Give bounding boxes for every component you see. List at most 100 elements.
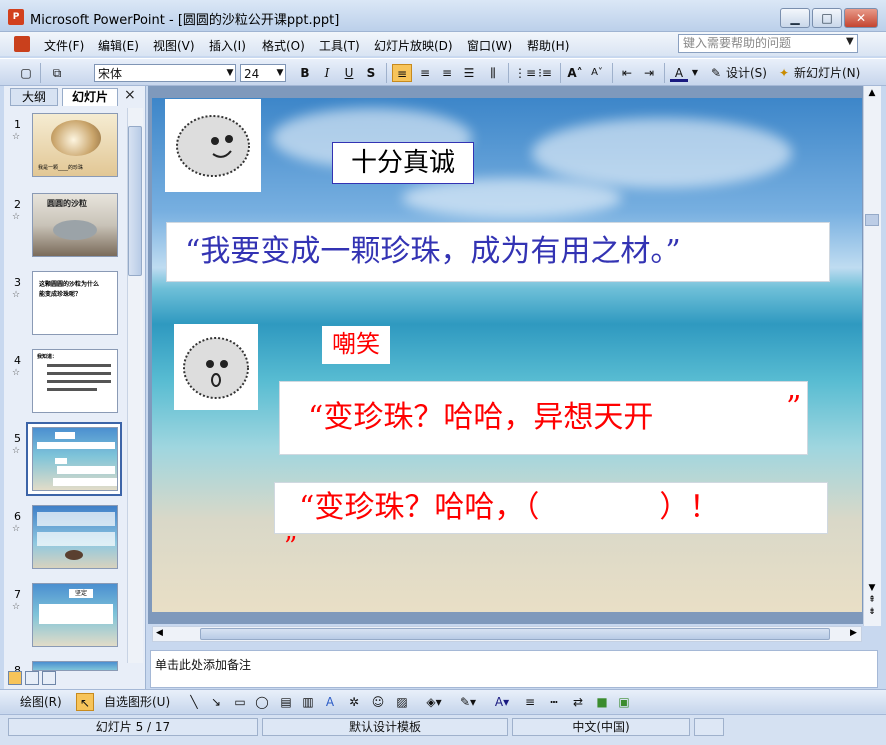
shadow-style-icon[interactable]: ■ [594, 693, 610, 711]
scroll-left-icon[interactable]: ◀ [156, 628, 163, 638]
menu-view[interactable]: 视图(V) [153, 37, 195, 54]
slide-canvas[interactable]: 十分真诚 “我要变成一颗珍珠，成为有用之材。” 嘲笑 “变珍珠？哈哈，异想天开 … [152, 98, 862, 612]
slide-thumbnail[interactable]: 坚定 [32, 583, 118, 647]
menu-file[interactable]: 文件(F) [44, 37, 84, 54]
tab-outline[interactable]: 大纲 [10, 88, 58, 106]
page-nav-icons[interactable]: ▼ ⇞ ⇟ [865, 582, 879, 622]
font-name-select[interactable]: 宋体 [94, 64, 236, 82]
notes-pane[interactable]: 单击此处添加备注 [150, 650, 878, 688]
arrow-style-icon[interactable]: ⇄ [570, 693, 586, 711]
toolbar-separator [612, 63, 613, 83]
distribute-icon[interactable]: ☰ [460, 64, 478, 82]
tab-slides[interactable]: 幻灯片 [62, 88, 118, 106]
font-color-draw-icon[interactable]: A▾ [490, 693, 514, 711]
font-color-dropdown-icon[interactable]: ▼ [690, 64, 700, 82]
slide-number: 1 [14, 118, 21, 131]
new-slide-icon[interactable]: ✦ [776, 64, 792, 82]
line-style-icon[interactable]: ≡ [522, 693, 538, 711]
new-document-icon[interactable]: ▢ [18, 64, 34, 82]
slide-counter: 幻灯片 5 / 17 [8, 718, 258, 736]
font-size-dropdown-icon[interactable]: ▼ [274, 64, 286, 82]
label-mock[interactable]: 嘲笑 [322, 326, 390, 364]
slideshow-view-icon[interactable] [42, 671, 56, 685]
align-left-icon[interactable]: ≡ [392, 64, 412, 82]
menu-insert[interactable]: 插入(I) [209, 37, 246, 54]
normal-view-icon[interactable] [8, 671, 22, 685]
menu-window[interactable]: 窗口(W) [467, 37, 512, 54]
design-button[interactable]: 设计(S) [726, 64, 770, 82]
font-color-icon[interactable]: A [670, 64, 688, 82]
minimize-button[interactable]: ▁ [780, 8, 810, 28]
bold-button[interactable]: B [296, 64, 314, 82]
menu-help[interactable]: 帮助(H) [527, 37, 569, 54]
slide-vertical-scrollbar[interactable]: ▲ ▼ ⇞ ⇟ [863, 86, 881, 626]
quote-mock-1[interactable]: “变珍珠？哈哈，异想天开 [279, 381, 808, 455]
horizontal-scroll-thumb[interactable] [200, 628, 830, 640]
picture-icon[interactable]: ▨ [394, 693, 410, 711]
slide-thumbnail[interactable]: 我是一颗____的珍珠 [32, 113, 118, 177]
slide-number: 4 [14, 354, 21, 367]
underline-button[interactable]: U [340, 64, 358, 82]
slide-thumbnail[interactable]: 这颗圆圆的沙粒为什么能变成珍珠呢？ [32, 271, 118, 335]
fill-color-icon[interactable]: ◈▾ [422, 693, 446, 711]
numbering-icon[interactable]: ⋮≡ [514, 64, 536, 82]
text-direction-icon[interactable]: ⫼ [484, 64, 502, 82]
clipart-icon[interactable]: ☺ [370, 693, 386, 711]
formatting-toolbar: ▢ ⧉ 宋体 ▼ 24 ▼ B I U S ≡ ≡ ≡ ☰ ⫼ ⋮≡ ⁝≡ A˄… [0, 58, 886, 86]
diagram-icon[interactable]: ✲ [346, 693, 362, 711]
arrow-icon[interactable]: ↘ [208, 693, 224, 711]
slide-thumbnail-current[interactable] [32, 427, 118, 491]
align-right-icon[interactable]: ≡ [438, 64, 456, 82]
label-sincere[interactable]: 十分真诚 [332, 142, 474, 184]
vertical-scroll-thumb[interactable] [865, 214, 879, 226]
draw-menu-button[interactable]: 绘图(R) [20, 693, 70, 711]
slide-thumbnail[interactable]: 圆圆的沙粒 [32, 193, 118, 257]
panel-close-icon[interactable]: × [124, 87, 136, 103]
3d-style-icon[interactable]: ▣ [616, 693, 632, 711]
maximize-button[interactable]: □ [812, 8, 842, 28]
increase-font-icon[interactable]: A˄ [566, 64, 584, 82]
slide-thumbnail[interactable]: 我知道： [32, 349, 118, 413]
sorter-view-icon[interactable] [25, 671, 39, 685]
quote-pearl[interactable]: “我要变成一颗珍珠，成为有用之材。” [166, 222, 830, 282]
powerpoint-app-icon[interactable]: P [8, 9, 24, 25]
bullets-icon[interactable]: ⁝≡ [536, 64, 554, 82]
rectangle-icon[interactable]: ▭ [232, 693, 248, 711]
increase-indent-icon[interactable]: ⇥ [640, 64, 658, 82]
menu-tools[interactable]: 工具(T) [319, 37, 360, 54]
menu-slideshow[interactable]: 幻灯片放映(D) [374, 37, 453, 54]
slide-thumbnail[interactable] [32, 505, 118, 569]
animation-star-icon: ☆ [12, 212, 21, 222]
vertical-textbox-icon[interactable]: ▥ [300, 693, 316, 711]
quote-mock-2[interactable]: “变珍珠？哈哈，（ ）！ [274, 482, 828, 534]
wordart-icon[interactable]: A [322, 693, 338, 711]
menu-format[interactable]: 格式(O) [262, 37, 305, 54]
menu-edit[interactable]: 编辑(E) [98, 37, 139, 54]
textbox-icon[interactable]: ▤ [278, 693, 294, 711]
close-button[interactable]: ✕ [844, 8, 878, 28]
scroll-up-icon[interactable]: ▲ [865, 88, 879, 100]
help-dropdown-icon[interactable]: ▼ [846, 36, 854, 47]
thumb-caption: 坚定 [69, 589, 93, 598]
line-icon[interactable]: ╲ [186, 693, 202, 711]
scroll-right-icon[interactable]: ▶ [850, 628, 857, 638]
document-icon[interactable] [14, 36, 30, 52]
autoshapes-button[interactable]: 自选图形(U) [104, 693, 178, 711]
dash-style-icon[interactable]: ┅ [546, 693, 562, 711]
help-search-input[interactable]: 键入需要帮助的问题 [678, 34, 858, 53]
decrease-indent-icon[interactable]: ⇤ [618, 64, 636, 82]
select-pointer-icon[interactable]: ↖ [76, 693, 94, 711]
align-center-icon[interactable]: ≡ [416, 64, 434, 82]
new-slide-button[interactable]: 新幻灯片(N) [794, 64, 862, 82]
slides-panel-scroll-thumb[interactable] [128, 126, 142, 276]
slide-thumbnail[interactable] [32, 661, 118, 671]
line-color-icon[interactable]: ✎▾ [456, 693, 480, 711]
title-bar: P Microsoft PowerPoint - [圆圆的沙粒公开课ppt.pp… [0, 0, 886, 32]
oval-icon[interactable]: ◯ [254, 693, 270, 711]
copy-icon[interactable]: ⧉ [48, 64, 66, 82]
shadow-button[interactable]: S [362, 64, 380, 82]
italic-button[interactable]: I [318, 64, 336, 82]
decrease-font-icon[interactable]: A˅ [588, 64, 606, 82]
font-name-dropdown-icon[interactable]: ▼ [224, 64, 236, 82]
design-icon[interactable]: ✎ [708, 64, 724, 82]
